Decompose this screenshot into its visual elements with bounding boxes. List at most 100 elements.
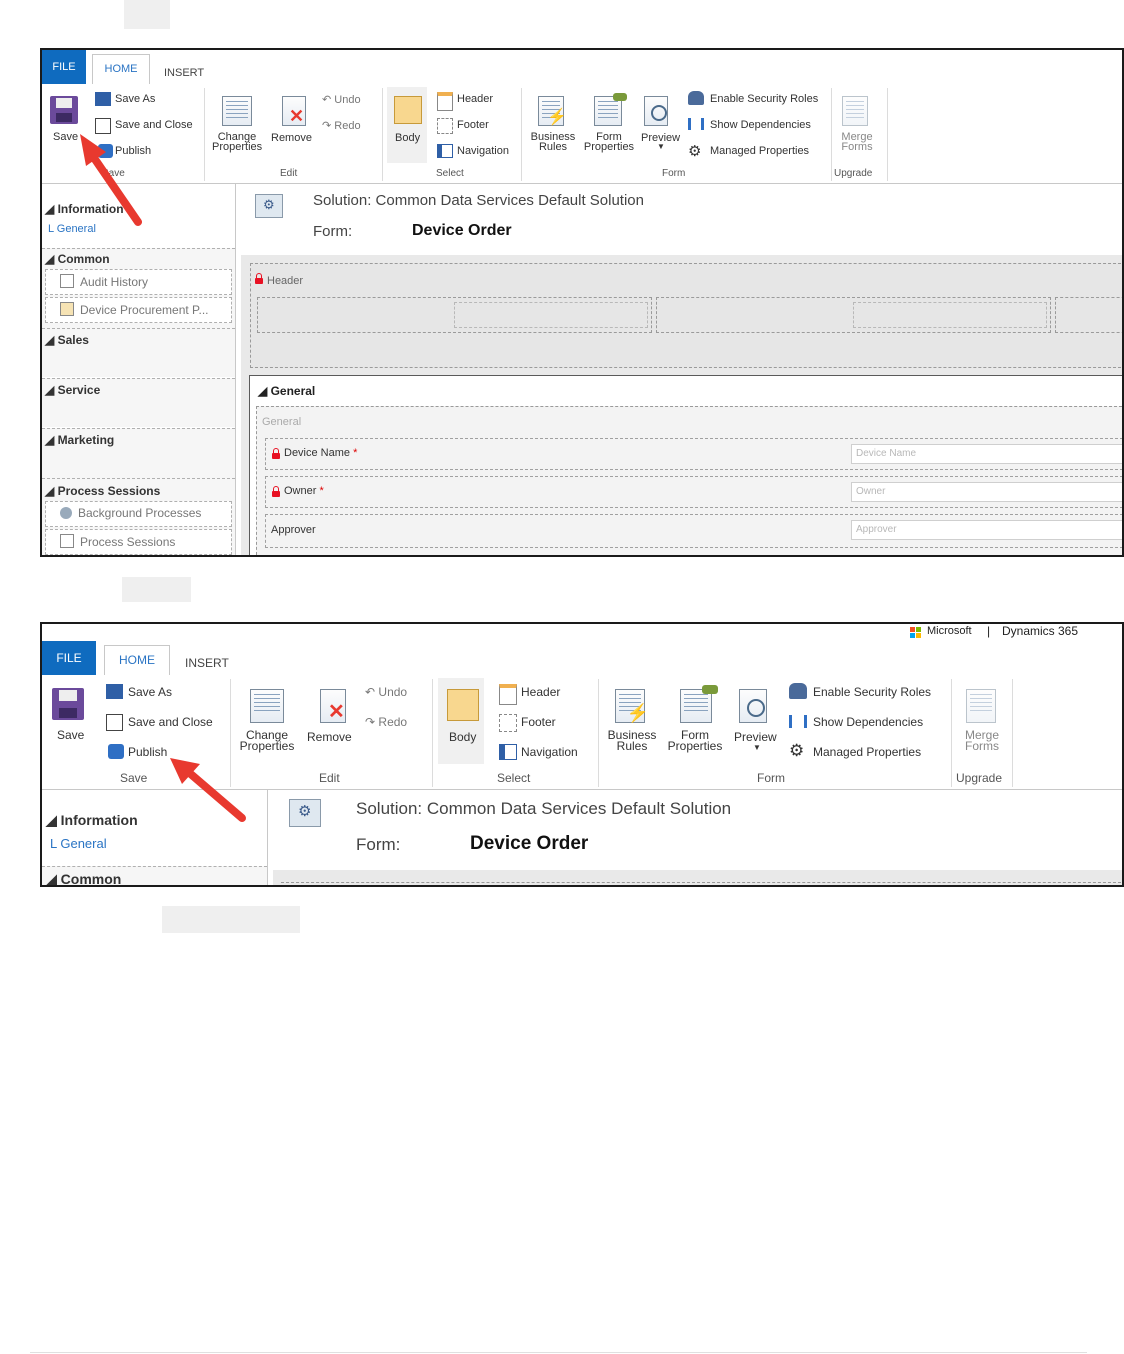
nav-common-label: Common — [60, 871, 122, 887]
ribbon-tabs: FILE HOME INSERT — [42, 50, 1122, 85]
nav-item-audit-history[interactable]: Audit History — [60, 274, 148, 289]
header-button[interactable]: Header — [521, 685, 560, 699]
merge-forms-button[interactable]: Merge Forms — [832, 132, 882, 153]
lock-icon — [272, 486, 280, 497]
save-icon[interactable] — [50, 96, 78, 124]
undo-button[interactable]: ↶ Undo — [322, 93, 361, 106]
change-properties-label-2: Properties — [239, 739, 295, 753]
undo-icon: ↶ — [365, 685, 376, 699]
nav-section-marketing[interactable]: ◢ Marketing — [45, 433, 114, 447]
change-properties-button[interactable]: Change Properties — [238, 729, 296, 753]
header-button[interactable]: Header — [457, 93, 493, 105]
navigation-button[interactable]: Navigation — [521, 745, 578, 759]
nav-group-common: ◢ Common Audit History Device Procuremen… — [42, 248, 235, 329]
redo-button[interactable]: ↷ Redo — [322, 119, 361, 132]
save-button[interactable]: Save — [57, 728, 84, 742]
change-properties-icon — [250, 689, 284, 723]
remove-button[interactable]: Remove — [307, 730, 352, 744]
nav-information-label: Information — [60, 812, 138, 828]
form-header-section[interactable]: Header — [250, 263, 1122, 368]
header-cell-2[interactable] — [656, 297, 1051, 333]
owner-input[interactable]: Owner — [851, 482, 1122, 502]
field-row-device-name[interactable]: Device Name * Device Name — [265, 438, 1122, 470]
tab-home[interactable]: HOME — [104, 645, 170, 676]
preview-button[interactable]: Preview — [734, 730, 777, 744]
device-name-input[interactable]: Device Name — [851, 444, 1122, 464]
show-dependencies-button[interactable]: Show Dependencies — [813, 715, 923, 729]
nav-section-service[interactable]: ◢ Service — [45, 383, 100, 397]
save-as-button[interactable]: Save As — [115, 93, 155, 105]
redo-button[interactable]: ↷ Redo — [365, 715, 407, 729]
approver-input[interactable]: Approver — [851, 520, 1122, 540]
save-and-close-button[interactable]: Save and Close — [128, 715, 213, 729]
preview-dropdown-icon[interactable]: ▼ — [657, 142, 665, 151]
field-row-approver[interactable]: Approver Approver — [265, 514, 1122, 548]
nav-item-process-sessions[interactable]: Process Sessions — [60, 534, 175, 549]
save-as-button[interactable]: Save As — [128, 685, 172, 699]
enable-security-roles-button[interactable]: Enable Security Roles — [710, 93, 818, 105]
nav-section-information[interactable]: ◢ Information — [46, 812, 138, 829]
footer-button[interactable]: Footer — [457, 119, 489, 131]
redacted-block-1 — [124, 0, 170, 29]
field-row-owner[interactable]: Owner * Owner — [265, 476, 1122, 508]
nav-item-device-procurement[interactable]: Device Procurement P... — [60, 302, 209, 317]
show-dependencies-icon — [688, 118, 704, 130]
general-section[interactable]: General Device Name * Device Name Owner … — [256, 406, 1122, 555]
remove-icon: ✕ — [320, 689, 346, 723]
change-properties-button[interactable]: Change Properties — [212, 132, 263, 153]
nav-group-service: ◢ Service — [42, 378, 235, 427]
header-cell-1[interactable] — [257, 297, 652, 333]
redo-label: Redo — [334, 120, 361, 132]
managed-properties-button[interactable]: Managed Properties — [710, 145, 809, 157]
field-label-owner: Owner * — [284, 485, 324, 497]
form-canvas: Header ◢ General General Device Name * D… — [241, 255, 1122, 555]
nav-section-sales[interactable]: ◢ Sales — [45, 333, 89, 347]
nav-item-general[interactable]: L General — [50, 836, 107, 851]
tab-insert[interactable]: INSERT — [164, 67, 204, 79]
show-dependencies-button[interactable]: Show Dependencies — [710, 119, 811, 131]
preview-dropdown-icon[interactable]: ▼ — [753, 743, 761, 752]
nav-group-process-sessions: ◢ Process Sessions Background Processes … — [42, 478, 235, 555]
merge-forms-button[interactable]: Merge Forms — [954, 729, 1010, 752]
audit-history-icon — [60, 274, 74, 288]
footer-divider — [30, 1352, 1087, 1353]
general-tab[interactable]: ◢ General General Device Name * Device N… — [249, 375, 1122, 555]
nav-section-process-sessions[interactable]: ◢ Process Sessions — [45, 484, 160, 498]
tab-insert[interactable]: INSERT — [185, 656, 229, 670]
screenshot-save-step: FILE HOME INSERT Save Save As Save and C… — [40, 48, 1124, 557]
publish-icon — [108, 744, 124, 759]
nav-section-common[interactable]: ◢ Common — [45, 252, 110, 266]
nav-item-background-processes[interactable]: Background Processes — [60, 506, 201, 520]
save-button[interactable]: Save — [53, 131, 78, 143]
remove-button[interactable]: Remove — [271, 132, 312, 144]
form-properties-button[interactable]: Form Properties — [582, 132, 636, 153]
undo-label: Undo — [378, 685, 408, 699]
change-properties-label-2: Properties — [212, 141, 263, 153]
save-group-label: Save — [120, 771, 148, 785]
general-tab-title: ◢ General — [258, 384, 316, 398]
undo-label: Undo — [334, 94, 361, 106]
business-rules-button[interactable]: Business Rules — [528, 132, 578, 153]
publish-button[interactable]: Publish — [128, 745, 167, 759]
undo-button[interactable]: ↶ Undo — [365, 685, 407, 699]
save-icon[interactable] — [52, 688, 84, 720]
header-icon — [499, 684, 517, 705]
footer-button[interactable]: Footer — [521, 715, 556, 729]
nav-section-common[interactable]: ◢ Common — [46, 871, 122, 887]
managed-properties-button[interactable]: Managed Properties — [813, 745, 921, 759]
enable-security-roles-button[interactable]: Enable Security Roles — [813, 685, 931, 699]
business-rules-label-2: Rules — [538, 141, 568, 153]
header-icon — [437, 92, 453, 111]
tab-file[interactable]: FILE — [42, 50, 86, 84]
business-rules-button[interactable]: Business Rules — [603, 729, 661, 752]
form-properties-button[interactable]: Form Properties — [664, 729, 726, 752]
nav-group-common: ◢ Common — [42, 866, 267, 887]
nav-marketing-label: Marketing — [57, 433, 115, 447]
header-cell-3[interactable] — [1055, 297, 1122, 333]
nav-service-label: Service — [57, 383, 101, 397]
tab-file[interactable]: FILE — [42, 641, 96, 675]
owner-label: Owner — [284, 485, 317, 497]
navigation-button[interactable]: Navigation — [457, 145, 509, 157]
tab-home[interactable]: HOME — [92, 54, 150, 85]
redacted-block-3 — [162, 906, 300, 933]
